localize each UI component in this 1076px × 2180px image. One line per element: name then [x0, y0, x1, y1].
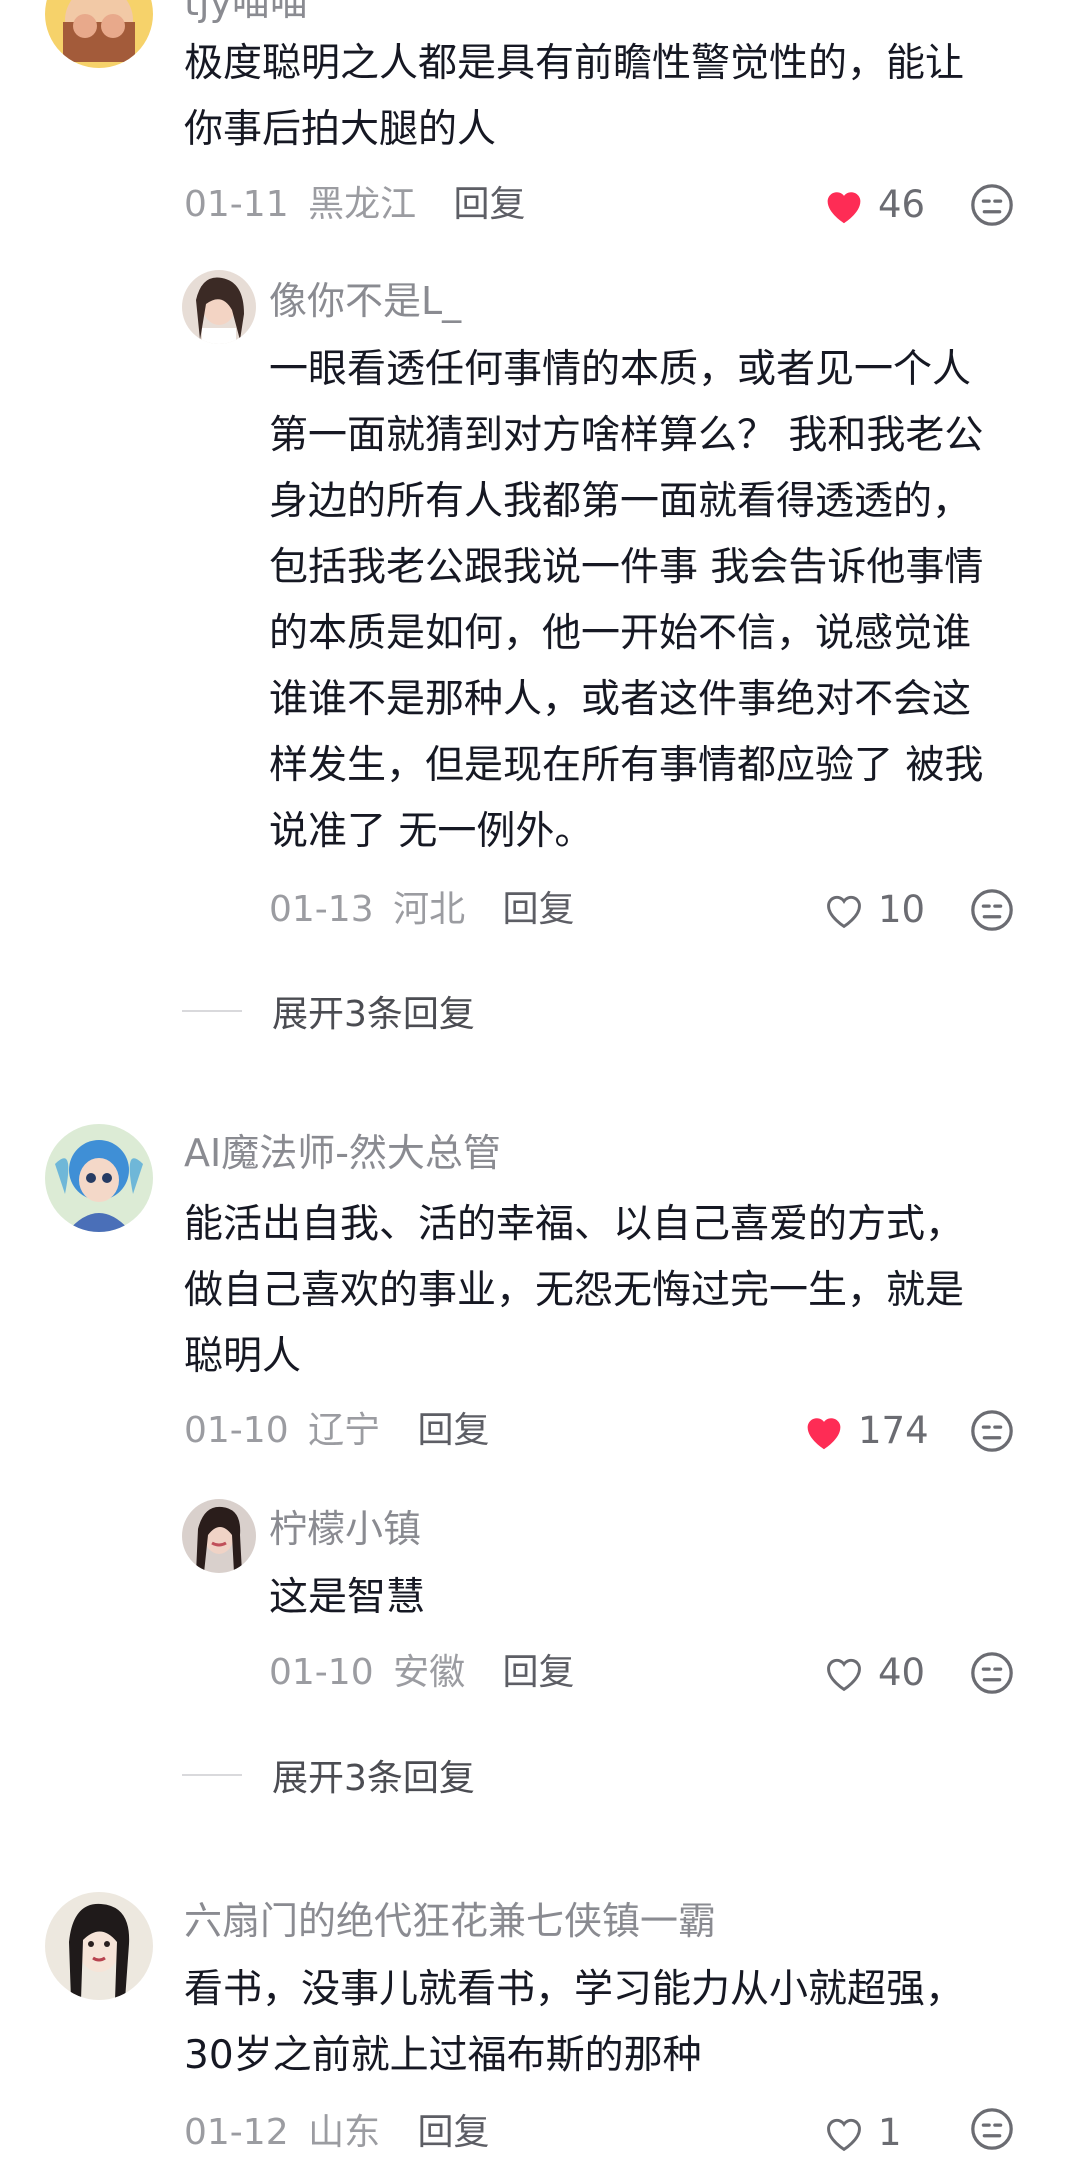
comment-location: 辽宁	[308, 1410, 381, 1451]
expand-divider	[182, 1774, 242, 1776]
reply-text: 一眼看透任何事情的本质，或者见一个人 第一面就猜到对方啥样算么？ 我和我老公 身…	[269, 347, 984, 854]
reply-location: 河北	[393, 889, 466, 930]
comment-meta: 01-11 黑龙江 回复	[184, 182, 526, 228]
comment-text: 极度聪明之人都是具有前瞻性警觉性的，能让 你事后拍大腿的人	[184, 41, 965, 152]
dislike-face-icon	[971, 889, 1013, 931]
avatar[interactable]	[45, 1892, 153, 2000]
expand-divider	[182, 1010, 242, 1012]
dislike-button[interactable]	[969, 1408, 1015, 1454]
like-button[interactable]: 1	[822, 2110, 902, 2156]
heart-icon	[807, 1418, 841, 1450]
comment-meta: 01-10 辽宁 回复	[184, 1408, 490, 1454]
comment-text: 能活出自我、活的幸福、以自己喜爱的方式， 做自己喜欢的事业，无怨无悔过完一生，就…	[184, 1202, 965, 1379]
comment-date: 01-10	[184, 1410, 289, 1451]
reply-date: 01-13	[269, 889, 374, 930]
comment-date: 01-11	[184, 184, 289, 225]
comment-username[interactable]: AI魔法师-然大总管	[184, 1129, 501, 1177]
like-button[interactable]: 40	[822, 1650, 925, 1696]
like-button[interactable]: 174	[802, 1408, 929, 1454]
dislike-button[interactable]	[969, 887, 1015, 933]
reply-avatar[interactable]	[182, 270, 256, 344]
dislike-button[interactable]	[969, 1650, 1015, 1696]
dislike-face-icon	[971, 2108, 1013, 2150]
like-button[interactable]: 46	[822, 182, 925, 228]
dislike-face-icon	[971, 1652, 1013, 1694]
comment-text: 看书，没事儿就看书，学习能力从小就超强， 30岁之前就上过福布斯的那种	[184, 1967, 965, 2078]
dislike-face-icon	[971, 184, 1013, 226]
expand-replies-label: 展开3条回复	[272, 1758, 475, 1799]
reply-button[interactable]: 回复	[418, 2112, 490, 2153]
comment-username[interactable]: 六扇门的绝代狂花兼七侠镇一霸	[184, 1897, 716, 1945]
comment-location: 黑龙江	[308, 184, 417, 225]
reply-avatar[interactable]	[182, 1499, 256, 1573]
dislike-button[interactable]	[969, 2106, 1015, 2152]
like-count: 46	[878, 183, 926, 226]
reply-meta: 01-10 安徽 回复	[269, 1650, 575, 1696]
heart-icon	[827, 1658, 861, 1692]
like-count: 174	[858, 1409, 929, 1452]
expand-replies-button[interactable]: 展开3条回复	[182, 1749, 475, 1801]
comment-date: 01-12	[184, 2112, 289, 2153]
dislike-face-icon	[971, 1410, 1013, 1452]
like-count: 10	[878, 888, 926, 931]
reply-text: 这是智慧	[269, 1575, 426, 1620]
like-button[interactable]: 10	[822, 887, 925, 933]
like-count: 1	[878, 2111, 902, 2154]
dislike-button[interactable]	[969, 182, 1015, 228]
like-count: 40	[878, 1651, 926, 1694]
expand-replies-label: 展开3条回复	[272, 994, 475, 1035]
reply-meta: 01-13 河北 回复	[269, 887, 575, 933]
reply-button[interactable]: 回复	[454, 184, 526, 225]
comment-meta: 01-12 山东 回复	[184, 2110, 490, 2156]
reply-username[interactable]: 柠檬小镇	[269, 1505, 421, 1553]
comment-username[interactable]: tjy喵喵	[184, 0, 308, 26]
heart-icon	[827, 2118, 861, 2152]
comment-location: 山东	[308, 2112, 381, 2153]
reply-location: 安徽	[393, 1652, 466, 1693]
reply-button[interactable]: 回复	[503, 1652, 575, 1693]
avatar[interactable]	[45, 0, 153, 68]
heart-icon	[827, 895, 861, 929]
reply-username[interactable]: 像你不是L_	[269, 277, 461, 325]
reply-button[interactable]: 回复	[418, 1410, 490, 1451]
heart-icon	[827, 192, 861, 224]
expand-replies-button[interactable]: 展开3条回复	[182, 985, 475, 1037]
avatar[interactable]	[45, 1124, 153, 1232]
reply-date: 01-10	[269, 1652, 374, 1693]
reply-button[interactable]: 回复	[503, 889, 575, 930]
